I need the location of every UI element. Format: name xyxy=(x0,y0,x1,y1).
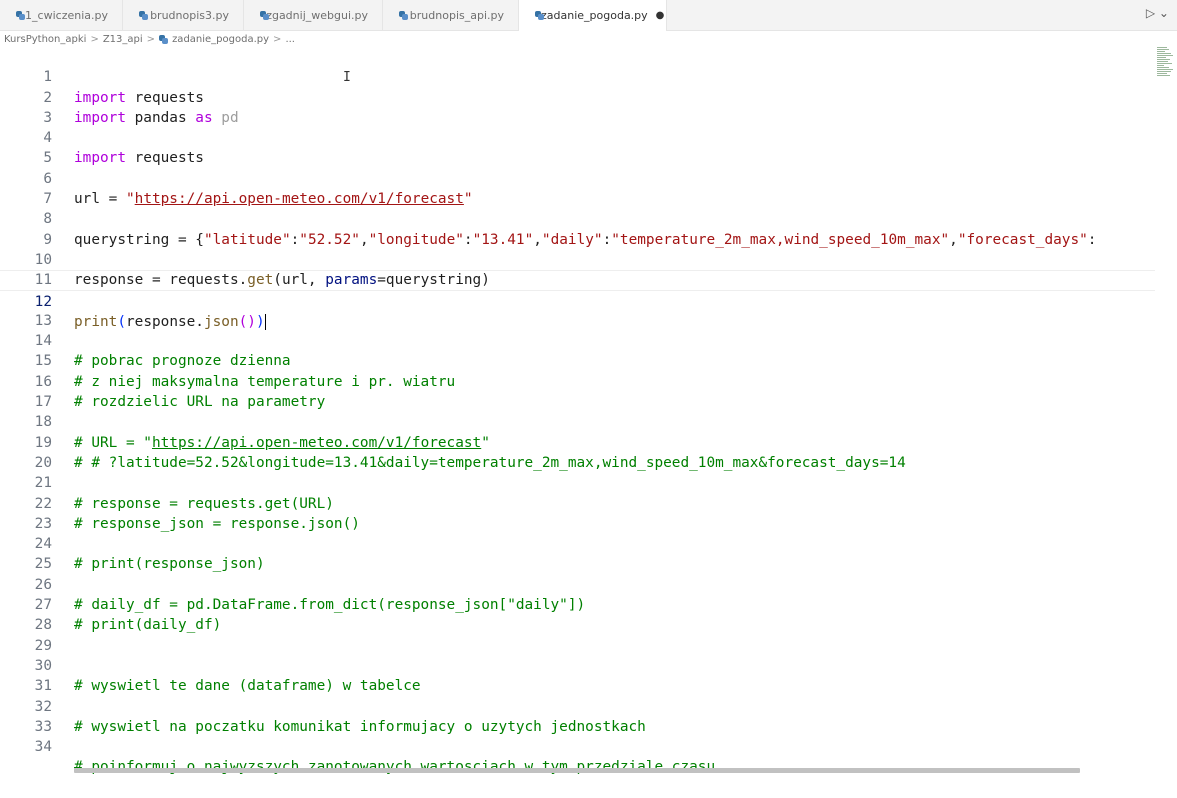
python-file-icon xyxy=(159,35,168,44)
tab-label: brudnopis3.py xyxy=(150,9,229,22)
code-line[interactable]: 17 xyxy=(0,372,1155,392)
code-line[interactable]: 7 xyxy=(0,169,1155,189)
code-line[interactable]: 18 # URL = "https://api.open-meteo.com/v… xyxy=(0,392,1155,412)
code-line[interactable]: 5 xyxy=(0,128,1155,148)
code-line[interactable]: 20 xyxy=(0,433,1155,453)
tab-zgadnij-webgui[interactable]: zgadnij_webgui.py xyxy=(244,0,383,30)
run-python-file-button[interactable]: ▷ ⌄ xyxy=(1146,6,1169,20)
code-line[interactable]: 16 # rozdzielic URL na parametry xyxy=(0,352,1155,372)
code-line[interactable]: 31 xyxy=(0,656,1155,676)
code-line[interactable]: 2 import pandas as pd xyxy=(0,67,1155,87)
code-line[interactable]: 13 xyxy=(0,291,1155,311)
code-line[interactable]: 6 url = "https://api.open-meteo.com/v1/f… xyxy=(0,149,1155,169)
code-line[interactable]: 8 querystring = {"latitude":"52.52","lon… xyxy=(0,189,1155,209)
breadcrumb: KursPython_apki > Z13_api > zadanie_pogo… xyxy=(0,31,1177,47)
code-line[interactable]: 29 xyxy=(0,615,1155,635)
code-line[interactable]: 24 # print(response_json) xyxy=(0,514,1155,534)
code-line[interactable]: 23 xyxy=(0,494,1155,514)
tab-1-cwiczenia[interactable]: 1_cwiczenia.py xyxy=(0,0,123,30)
line-number: 34 xyxy=(0,737,52,757)
python-file-icon xyxy=(399,11,404,20)
breadcrumb-folder-root[interactable]: KursPython_apki xyxy=(4,34,86,45)
mouse-ibeam-cursor-icon: I xyxy=(343,70,351,85)
horizontal-scrollbar[interactable] xyxy=(74,768,1080,773)
current-code-line[interactable]: 12 print(response.json()) xyxy=(0,270,1155,290)
tab-label: zadanie_pogoda.py xyxy=(541,9,648,22)
code-line[interactable]: 19 # # ?latitude=52.52&longitude=13.41&d… xyxy=(0,412,1155,432)
code-line[interactable]: 11 xyxy=(0,250,1155,270)
unsaved-dot-icon[interactable]: ● xyxy=(656,10,665,21)
code-line[interactable]: 28 xyxy=(0,595,1155,615)
code-line[interactable]: 3 xyxy=(0,88,1155,108)
code-line[interactable]: 9 xyxy=(0,209,1155,229)
editor-tab-bar: 1_cwiczenia.py brudnopis3.py zgadnij_web… xyxy=(0,0,1177,31)
code-line[interactable]: 10 response = requests.get(url, params=q… xyxy=(0,230,1155,250)
code-line[interactable]: 25 xyxy=(0,534,1155,554)
code-line[interactable]: 30 # wyswietl te dane (dataframe) w tabe… xyxy=(0,636,1155,656)
breadcrumb-separator: > xyxy=(147,34,155,45)
breadcrumb-symbols[interactable]: ... xyxy=(285,34,295,45)
breadcrumb-separator: > xyxy=(90,34,98,45)
code-line[interactable]: 34 # poinformuj o najwyzszych zanotowany… xyxy=(0,717,1155,737)
breadcrumb-file[interactable]: zadanie_pogoda.py xyxy=(172,34,269,45)
tab-label: brudnopis_api.py xyxy=(410,9,504,22)
python-file-icon xyxy=(16,11,19,20)
tab-label: zgadnij_webgui.py xyxy=(266,9,368,22)
tab-label: 1_cwiczenia.py xyxy=(25,9,108,22)
code-line[interactable]: 32 # wyswietl na poczatku komunikat info… xyxy=(0,676,1155,696)
tab-brudnopis3[interactable]: brudnopis3.py xyxy=(123,0,244,30)
code-line[interactable]: 4 import requests xyxy=(0,108,1155,128)
code-line[interactable]: 22 # response_json = response.json() xyxy=(0,473,1155,493)
code-line[interactable]: 27 # print(daily_df) xyxy=(0,575,1155,595)
python-file-icon xyxy=(139,11,144,20)
tab-brudnopis-api[interactable]: brudnopis_api.py xyxy=(383,0,519,30)
breadcrumb-folder-z13[interactable]: Z13_api xyxy=(103,34,143,45)
breadcrumb-separator: > xyxy=(273,34,281,45)
code-line[interactable]: 33 xyxy=(0,697,1155,717)
code-line[interactable]: 21 # response = requests.get(URL) xyxy=(0,453,1155,473)
code-line[interactable]: 26 # daily_df = pd.DataFrame.from_dict(r… xyxy=(0,555,1155,575)
code-line[interactable]: 1 import requests xyxy=(0,47,1155,67)
code-line[interactable]: 14 # pobrac prognoze dzienna xyxy=(0,311,1155,331)
tab-zadanie-pogoda[interactable]: zadanie_pogoda.py ● xyxy=(519,0,667,31)
minimap[interactable] xyxy=(1157,47,1177,87)
code-editor[interactable]: 1 import requests 2 import pandas as pd … xyxy=(0,47,1155,767)
code-line[interactable]: 15 # z niej maksymalna temperature i pr.… xyxy=(0,331,1155,351)
